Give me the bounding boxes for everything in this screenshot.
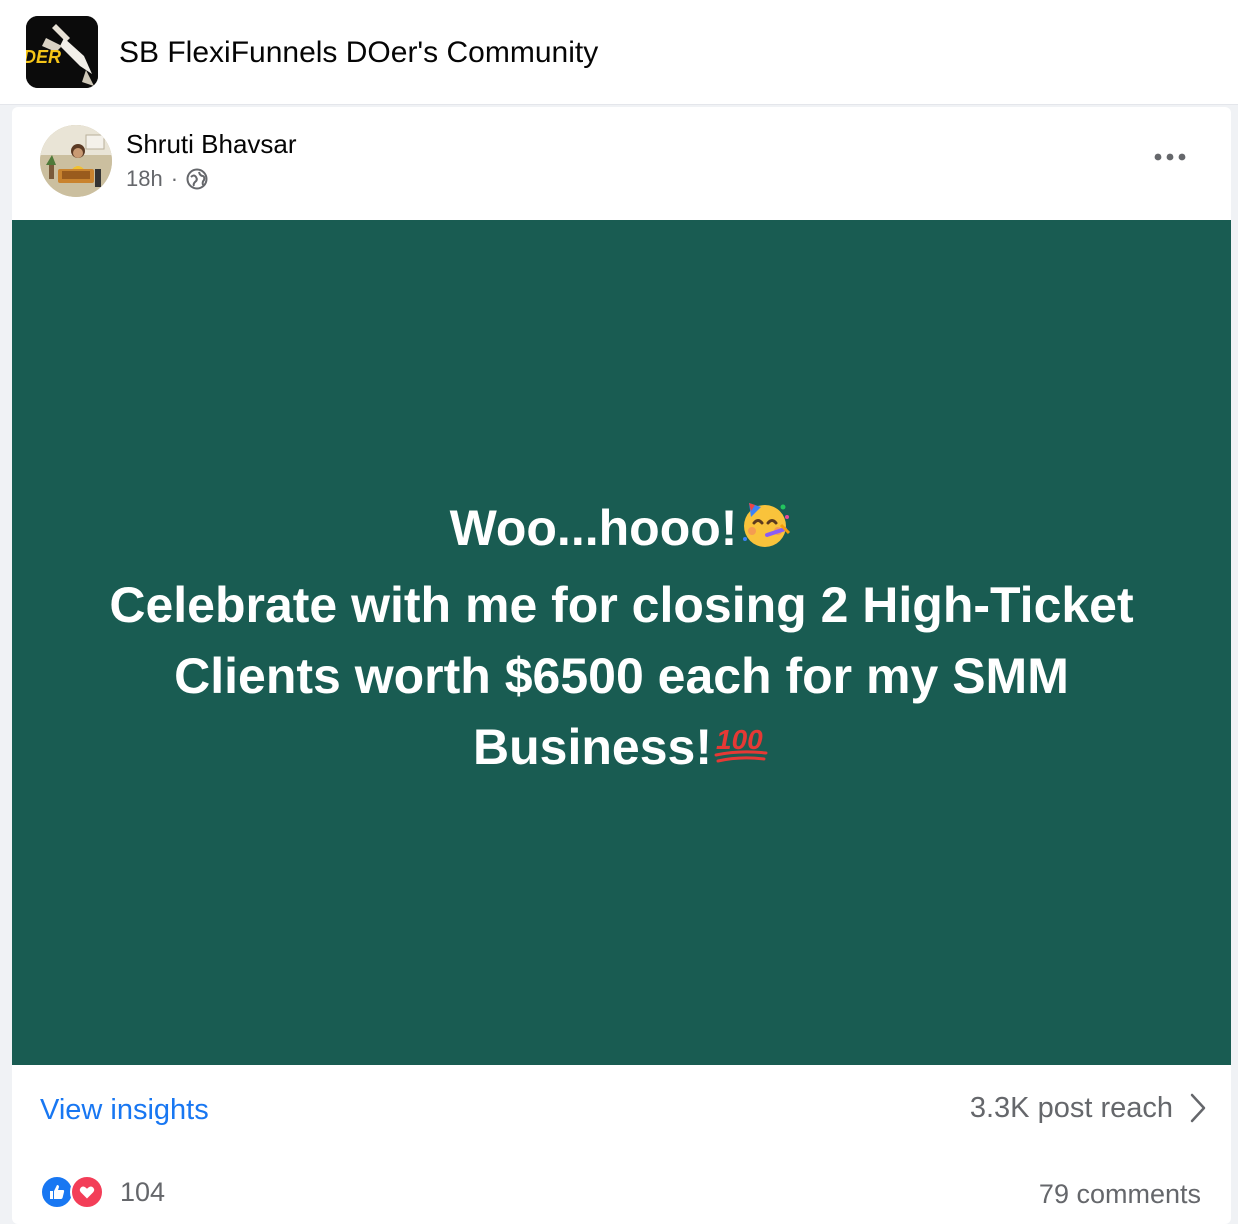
post-text-line-1: Woo...hooo! bbox=[450, 493, 794, 569]
post-text-line-4: Business! 100 bbox=[473, 712, 770, 786]
comments-count[interactable]: 79 comments bbox=[1039, 1177, 1201, 1211]
view-insights-link[interactable]: View insights bbox=[40, 1092, 209, 1128]
post-text-line-3: Clients worth $6500 each for my SMM bbox=[174, 647, 1069, 704]
reactions-summary[interactable]: 104 bbox=[40, 1175, 165, 1209]
avatar-photo bbox=[40, 125, 112, 197]
post-reach[interactable]: 3.3K post reach bbox=[970, 1090, 1207, 1126]
group-logo-image: DER bbox=[26, 16, 98, 88]
meta-separator: · bbox=[170, 166, 179, 191]
hundred-points-emoji: 100 bbox=[712, 715, 770, 786]
post-meta: 18h · bbox=[126, 165, 208, 193]
post-text-line-2: Celebrate with me for closing 2 High-Tic… bbox=[109, 576, 1134, 633]
svg-text:100: 100 bbox=[716, 724, 763, 755]
reaction-count: 104 bbox=[120, 1177, 166, 1207]
post-reach-label: 3.3K post reach bbox=[969, 1092, 1173, 1124]
more-options-icon bbox=[1154, 153, 1186, 161]
reaction-icons bbox=[40, 1175, 108, 1209]
post-card: Shruti Bhavsar 18h · Woo...hooo! Celebra… bbox=[12, 107, 1231, 1224]
post-background[interactable]: Woo...hooo! Celebrate with me for closin… bbox=[12, 220, 1231, 1065]
like-icon bbox=[40, 1175, 74, 1209]
author-name[interactable]: Shruti Bhavsar bbox=[126, 128, 297, 160]
author-avatar[interactable] bbox=[40, 125, 112, 197]
post-time[interactable]: 18h bbox=[126, 165, 163, 193]
group-logo[interactable]: DER bbox=[26, 16, 98, 88]
globe-icon[interactable] bbox=[186, 168, 208, 190]
more-options-button[interactable] bbox=[1148, 139, 1192, 175]
chevron-right-icon bbox=[1190, 1093, 1206, 1123]
group-name[interactable]: SB FlexiFunnels DOer's Community bbox=[119, 35, 598, 71]
group-header: DER SB FlexiFunnels DOer's Community bbox=[0, 0, 1238, 105]
group-logo-text: DER bbox=[26, 47, 61, 67]
post-text: Woo...hooo! Celebrate with me for closin… bbox=[12, 220, 1231, 1065]
partying-face-emoji bbox=[737, 495, 793, 570]
love-icon bbox=[70, 1175, 104, 1209]
